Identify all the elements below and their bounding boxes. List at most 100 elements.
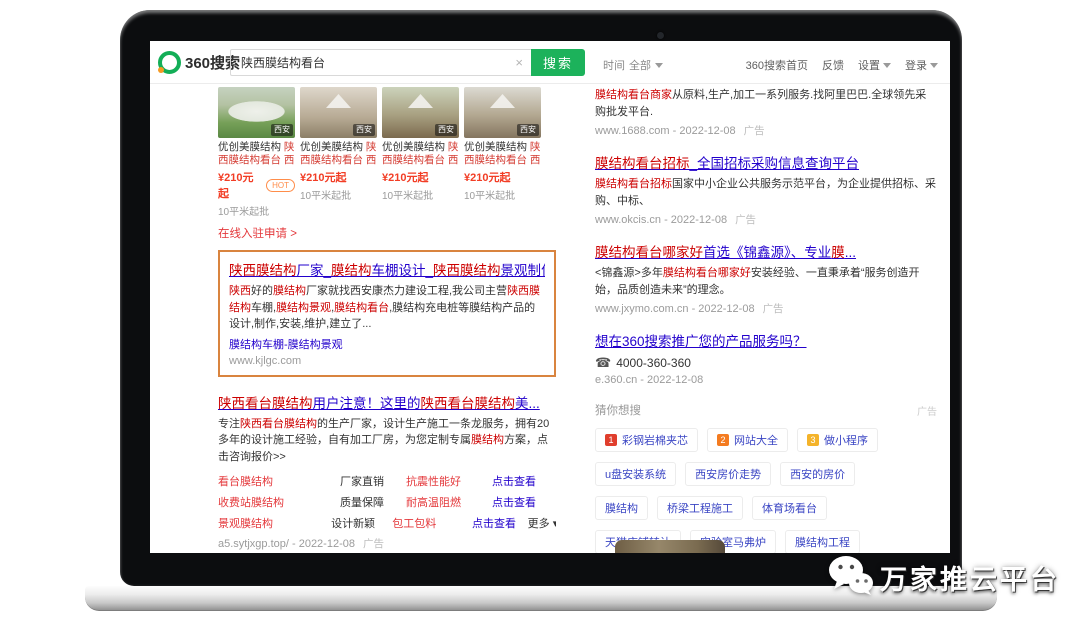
result-sublink[interactable]: 膜结构车棚-膜结构景观 xyxy=(229,336,545,352)
shopping-card[interactable]: 西安 优创美膜结构 陕西膜结构看台 西安膜结.. ¥210元起 HOT 10平米… xyxy=(218,87,295,218)
watermark-text: 万家推云平台 xyxy=(880,558,1060,597)
result-url: www.okcis.cn - 2022-12-08广告 xyxy=(595,212,937,227)
result-snippet: <锦鑫源>多年膜结构看台哪家好安装经验、一直秉承着“服务创造开始，品质创造未来”… xyxy=(595,265,937,298)
city-badge: 西安 xyxy=(353,124,375,136)
header-links: 360搜索首页 反馈 设置 登录 xyxy=(746,57,938,73)
search-header: 360搜索 × 搜索 时间 全部 360搜索首页 反馈 设置 登录 xyxy=(150,41,950,84)
result-title-link[interactable]: 膜结构看台哪家好首选《锦鑫源》、专业膜... xyxy=(595,241,937,261)
price: ¥210元起 xyxy=(464,169,510,185)
view-link[interactable]: 点击查看 xyxy=(492,473,552,489)
settings-dropdown[interactable]: 设置 xyxy=(858,57,891,73)
suggest-tag[interactable]: 西安房价走势 xyxy=(685,462,771,486)
suggest-tag[interactable]: u盘安装系统 xyxy=(595,462,676,486)
price-row: ¥210元起 xyxy=(382,169,459,185)
feature-text: 厂家直销 xyxy=(340,473,406,489)
partial-image xyxy=(615,540,725,553)
suggest-tag[interactable]: 西安的房价 xyxy=(780,462,855,486)
suggest-tag-row: 膜结构桥梁工程施工体育场看台 xyxy=(595,496,937,520)
moq-label: 10平米起批 xyxy=(382,187,459,202)
chevron-down-icon xyxy=(883,63,891,68)
result-url: a5.sytjxgp.top/ - 2022-12-08广告 xyxy=(218,536,556,551)
feature-link[interactable]: 景观膜结构 xyxy=(218,515,331,531)
phone-row: ☎ 4000-360-360 xyxy=(595,355,937,371)
feature-link[interactable]: 收费站膜结构 xyxy=(218,494,340,510)
feedback-link[interactable]: 反馈 xyxy=(822,57,844,73)
highlighted-result: 陕西膜结构厂家_膜结构车棚设计_陕西膜结构景观制作_膜结构看... 陕西好的膜结… xyxy=(218,250,556,377)
ad-label: 广告 xyxy=(363,538,384,550)
logo-360[interactable]: 360搜索 xyxy=(158,51,240,74)
result-title-link[interactable]: 陕西膜结构厂家_膜结构车棚设计_陕西膜结构景观制作_膜结构看... xyxy=(229,259,545,279)
more-link[interactable]: 更多 ▾ xyxy=(528,515,556,531)
shopping-card[interactable]: 西安 优创美膜结构 陕西膜结构看台 西安膜结.. ¥210元起 10平米起批 xyxy=(382,87,459,218)
result-snippet: 膜结构看台商家从原料,生产,加工一系列服务.找阿里巴巴.全球领先采购批发平台. xyxy=(595,87,937,120)
result-url: e.360.cn - 2022-12-08 xyxy=(595,374,937,386)
rank-badge: 3 xyxy=(807,434,819,446)
ad-result: 膜结构看台哪家好首选《锦鑫源》、专业膜... <锦鑫源>多年膜结构看台哪家好安装… xyxy=(595,241,937,316)
product-title[interactable]: 优创美膜结构 陕西膜结构看台 西安膜结.. xyxy=(382,141,459,167)
clear-icon[interactable]: × xyxy=(515,55,523,70)
hot-badge: HOT xyxy=(266,179,295,192)
result-title-link[interactable]: 膜结构看台招标_全国招标采购信息查询平台 xyxy=(595,152,937,172)
suggest-section: 猜你想搜 广告 1彩钢岩棉夹芯 2网站大全 3做小程序 u盘安装系统西安房价走势西安… xyxy=(595,402,937,553)
promo-result: 想在360搜索推广您的产品服务吗？ ☎ 4000-360-360 e.360.c… xyxy=(595,330,937,386)
search-result: 陕西看台膜结构用户注意！这里的陕西看台膜结构美... 专注陕西看台膜结构的生产厂… xyxy=(218,392,556,552)
ad-result: 膜结构看台商家从原料,生产,加工一系列服务.找阿里巴巴.全球领先采购批发平台. … xyxy=(595,87,937,138)
chevron-down-icon xyxy=(655,63,663,68)
product-title[interactable]: 优创美膜结构 陕西膜结构看台 西安膜结.. xyxy=(300,141,377,167)
search-input[interactable] xyxy=(239,55,515,71)
browser-screen: 360搜索 × 搜索 时间 全部 360搜索首页 反馈 设置 登录 xyxy=(150,41,950,553)
feature-grid: 看台膜结构 厂家直销 抗震性能好 点击查看 收费站膜结构 质量保障 耐高温阻燃 … xyxy=(218,470,556,533)
feature-grid-row: 看台膜结构 厂家直销 抗震性能好 点击查看 xyxy=(218,470,556,491)
suggest-heading: 猜你想搜 xyxy=(595,402,641,418)
product-title[interactable]: 优创美膜结构 陕西膜结构看台 西安膜结.. xyxy=(464,141,541,167)
feature-link[interactable]: 包工包料 xyxy=(392,515,472,531)
product-image[interactable]: 西安 xyxy=(382,87,459,138)
ads-column: 膜结构看台商家从原料,生产,加工一系列服务.找阿里巴巴.全球领先采购批发平台. … xyxy=(595,87,937,553)
rank-badge: 2 xyxy=(717,434,729,446)
result-url: www.jxymo.com.cn - 2022-12-08广告 xyxy=(595,301,937,316)
product-image[interactable]: 西安 xyxy=(218,87,295,138)
result-snippet: 膜结构看台招标国家中小企业公共服务示范平台，为企业提供招标、采购、中标、 xyxy=(595,176,937,209)
feature-link[interactable]: 抗震性能好 xyxy=(406,473,492,489)
suggest-header: 猜你想搜 广告 xyxy=(595,402,937,418)
feature-link[interactable]: 看台膜结构 xyxy=(218,473,340,489)
suggest-tag[interactable]: 体育场看台 xyxy=(752,496,827,520)
result-title-link[interactable]: 陕西看台膜结构用户注意！这里的陕西看台膜结构美... xyxy=(218,392,556,412)
feature-link[interactable]: 耐高温阻燃 xyxy=(406,494,492,510)
login-dropdown[interactable]: 登录 xyxy=(905,57,938,73)
promo-title-link[interactable]: 想在360搜索推广您的产品服务吗？ xyxy=(595,330,937,350)
phone-icon: ☎ xyxy=(595,355,611,371)
suggest-tag[interactable]: 3做小程序 xyxy=(797,428,878,452)
view-link[interactable]: 点击查看 xyxy=(472,515,528,531)
product-image[interactable]: 西安 xyxy=(300,87,377,138)
ad-label: 广告 xyxy=(744,125,765,137)
product-image[interactable]: 西安 xyxy=(464,87,541,138)
price-row: ¥210元起 HOT xyxy=(218,169,295,201)
time-filter-dropdown[interactable]: 时间 全部 xyxy=(603,57,663,73)
results-column: 西安 优创美膜结构 陕西膜结构看台 西安膜结.. ¥210元起 HOT 10平米… xyxy=(218,87,556,553)
phone-number: 4000-360-360 xyxy=(616,356,691,370)
view-link[interactable]: 点击查看 xyxy=(492,494,552,510)
search-button[interactable]: 搜索 xyxy=(531,49,585,76)
shopping-card[interactable]: 西安 优创美膜结构 陕西膜结构看台 西安膜结.. ¥210元起 10平米起批 xyxy=(464,87,541,218)
suggest-tag[interactable]: 桥梁工程施工 xyxy=(657,496,743,520)
price: ¥210元起 xyxy=(382,169,428,185)
city-badge: 西安 xyxy=(435,124,457,136)
price: ¥210元起 xyxy=(300,169,346,185)
city-badge: 西安 xyxy=(271,124,293,136)
shopping-card[interactable]: 西安 优创美膜结构 陕西膜结构看台 西安膜结.. ¥210元起 10平米起批 xyxy=(300,87,377,218)
product-title[interactable]: 优创美膜结构 陕西膜结构看台 西安膜结.. xyxy=(218,141,295,167)
webcam-icon xyxy=(657,32,664,39)
suggest-tag[interactable]: 2网站大全 xyxy=(707,428,788,452)
suggest-tag[interactable]: 膜结构工程 xyxy=(785,530,860,553)
suggest-tag[interactable]: 膜结构 xyxy=(595,496,648,520)
home-link[interactable]: 360搜索首页 xyxy=(746,57,808,73)
result-url: www.kjlgc.com xyxy=(229,355,545,367)
suggest-tag[interactable]: 1彩钢岩棉夹芯 xyxy=(595,428,698,452)
search-box[interactable]: × xyxy=(230,49,531,76)
suggest-tag-row: 1彩钢岩棉夹芯 2网站大全 3做小程序 xyxy=(595,428,937,452)
merchant-apply-link[interactable]: 在线入驻申请 > xyxy=(218,225,556,241)
feature-text: 设计新颖 xyxy=(331,515,392,531)
result-snippet: 专注陕西看台膜结构的生产厂家，设计生产施工一条龙服务，拥有20多年的设计施工经验… xyxy=(218,416,556,466)
wechat-icon xyxy=(828,554,874,601)
